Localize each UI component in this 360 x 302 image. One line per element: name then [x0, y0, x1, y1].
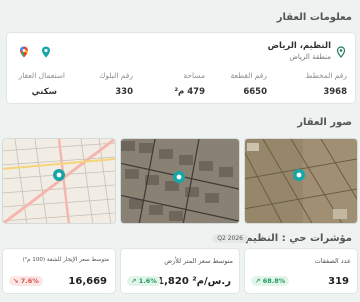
field-label-parcel: رقم القطعة: [230, 71, 267, 80]
kpi-title-transactions: عدد الصفقات: [314, 257, 351, 265]
kpi-value-land-price: 1,820 ر.س/م²: [157, 276, 231, 287]
field-label-plan: رقم المخطط: [305, 71, 347, 80]
property-info-card: النظيم، الرياض منطقة الرياض رقم المخطط 3…: [6, 32, 356, 104]
kpi-card-transactions: عدد الصفقات 319 ↗ 68.8%: [244, 248, 358, 294]
field-value-block: 330: [115, 87, 133, 97]
field-value-usage: سكني: [31, 87, 57, 97]
field-label-block: رقم البلوك: [99, 71, 133, 80]
location-pin-icon: [335, 43, 347, 58]
trend-up-icon: ↗: [131, 277, 137, 285]
field-label-usage: استعمال العقار: [18, 71, 65, 80]
field-value-area: 479 م²: [174, 87, 205, 97]
field-label-area: مساحة: [183, 71, 205, 80]
kpi-change-transactions: ↗ 68.8%: [251, 276, 290, 286]
kpi-title-land-price: متوسط سعر المتر للأرض: [164, 257, 233, 265]
trend-down-icon: ↘: [13, 277, 19, 285]
period-badge: Q2 2026: [212, 234, 248, 243]
field-value-parcel: 6650: [243, 87, 267, 97]
kpi-card-land-price: متوسط سعر المتر للأرض 1,820 ر.س/م² ↗ 1.6…: [120, 248, 240, 294]
map-pin-teal-icon[interactable]: [41, 43, 51, 58]
region-name: منطقة الرياض: [289, 53, 331, 61]
kpi-value-rent-price: 16,669: [68, 276, 107, 287]
kpi-change-land-price: ↗ 1.6%: [127, 276, 161, 286]
kpi-value-transactions: 319: [328, 276, 349, 287]
district-city: النظيم، الرياض: [267, 41, 331, 51]
property-info-title: معلومات العقار: [276, 12, 352, 23]
google-maps-icon[interactable]: [19, 43, 29, 58]
kpi-change-rent-price: ↘ 7.6%: [9, 276, 43, 286]
district-indicators-title: مؤشرات حي : النظيم: [245, 233, 352, 244]
trend-up-icon: ↗: [255, 277, 261, 285]
kpi-title-rent-price: متوسط سعر الإيجار للشقة (100 م²): [22, 257, 109, 263]
field-value-plan: 3968: [323, 87, 347, 97]
satellite-image-2[interactable]: [120, 138, 240, 224]
satellite-image-1[interactable]: [244, 138, 358, 224]
kpi-card-rent-price: متوسط سعر الإيجار للشقة (100 م²) 16,669 …: [2, 248, 116, 294]
property-images-title: صور العقار: [297, 117, 352, 128]
street-map-image[interactable]: [2, 138, 116, 224]
